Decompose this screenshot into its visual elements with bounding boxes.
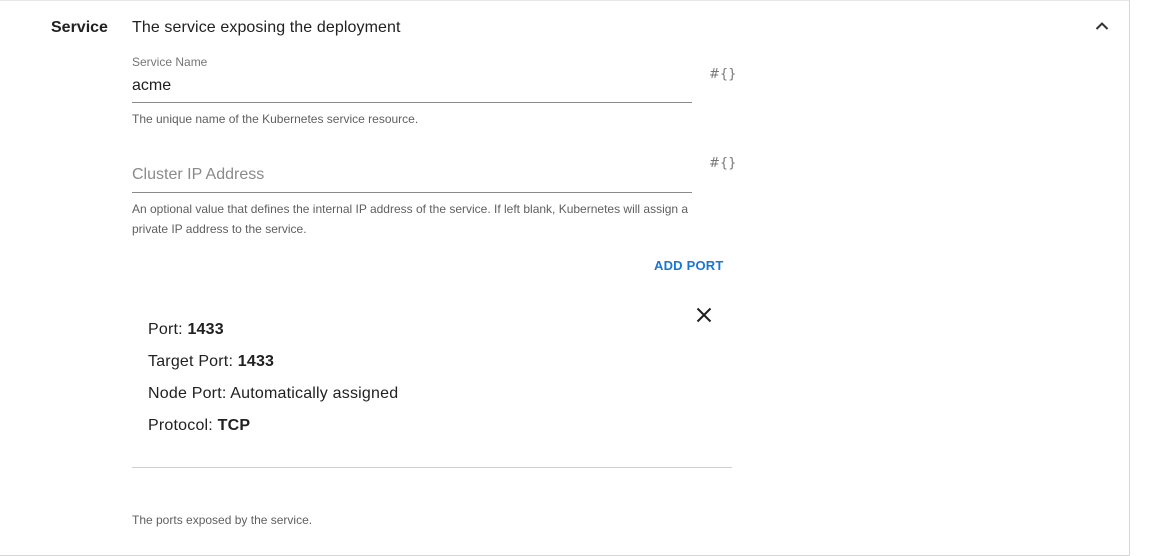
service-panel: Service The service exposing the deploym… — [0, 0, 1130, 556]
cluster-ip-input[interactable] — [132, 166, 692, 184]
add-port-button[interactable]: ADD PORT — [654, 258, 724, 273]
cluster-ip-expression-icon[interactable]: #{} — [709, 156, 736, 171]
service-name-underline — [132, 102, 692, 103]
target-port-value: 1433 — [237, 353, 275, 370]
close-icon — [696, 307, 712, 323]
remove-port-button[interactable] — [694, 305, 714, 325]
node-port-line: Node Port: Automatically assigned — [148, 385, 398, 403]
target-port-label: Target Port: — [148, 353, 238, 370]
port-value: 1433 — [187, 321, 224, 338]
collapse-button[interactable] — [1091, 16, 1113, 38]
node-port-value: Automatically assigned — [230, 385, 399, 402]
chevron-up-icon — [1095, 22, 1109, 30]
port-line: Port: 1433 — [148, 321, 224, 339]
service-name-label: Service Name — [132, 55, 208, 69]
protocol-line: Protocol: TCP — [148, 417, 250, 435]
port-label: Port: — [148, 321, 188, 338]
node-port-label: Node Port: — [148, 385, 231, 402]
protocol-label: Protocol: — [148, 417, 218, 434]
service-name-input[interactable] — [132, 77, 692, 95]
cluster-ip-underline — [132, 192, 692, 193]
cluster-ip-hint: An optional value that defines the inter… — [132, 202, 689, 236]
protocol-value: TCP — [217, 417, 251, 434]
section-description: The service exposing the deployment — [132, 19, 401, 36]
target-port-line: Target Port: 1433 — [148, 353, 274, 371]
service-name-hint: The unique name of the Kubernetes servic… — [132, 112, 419, 126]
section-title: Service — [51, 19, 108, 36]
service-name-expression-icon[interactable]: #{} — [709, 67, 736, 82]
ports-hint: The ports exposed by the service. — [132, 513, 313, 527]
